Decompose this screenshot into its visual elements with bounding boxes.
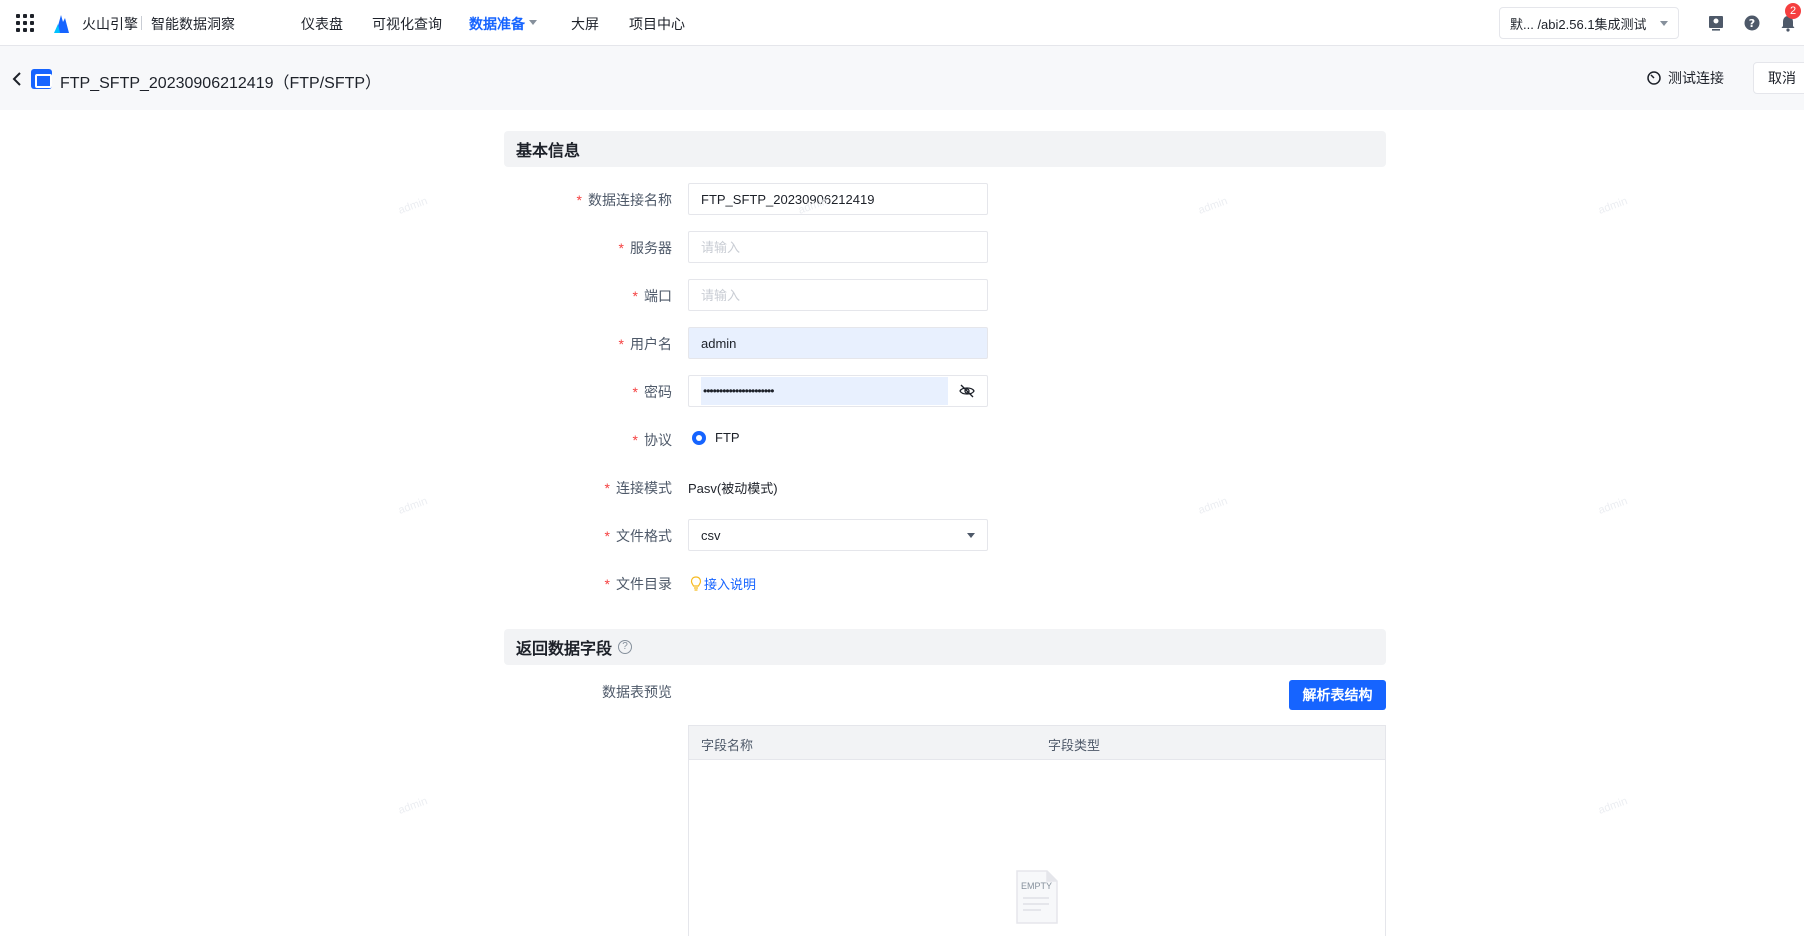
radio-selected-icon — [692, 430, 706, 445]
nav-dashboard[interactable]: 仪表盘 — [301, 14, 343, 34]
parse-table-structure-button[interactable]: 解析表结构 — [1289, 680, 1386, 710]
access-guide-link[interactable]: 接入说明 — [690, 574, 756, 593]
brand-divider — [141, 16, 142, 30]
return-fields-section-header: 返回数据字段 ? — [504, 629, 1386, 665]
watermark: admin — [1196, 195, 1230, 217]
protocol-option-label: FTP — [715, 430, 740, 445]
server-input[interactable] — [688, 231, 988, 263]
field-preview-table: 字段名称 字段类型 EMPTY — [688, 725, 1386, 936]
basic-info-title: 基本信息 — [516, 143, 581, 160]
watermark: admin — [396, 795, 430, 817]
required-mark: * — [632, 432, 638, 448]
required-mark: * — [618, 336, 624, 352]
help-circle-icon[interactable]: ? — [618, 640, 633, 654]
project-selector[interactable]: 默... /abi2.56.1集成测试 — [1499, 7, 1679, 39]
connection-name-input[interactable] — [688, 183, 988, 215]
empty-document-icon — [1016, 870, 1058, 924]
brand-name: 火山引擎 — [82, 16, 138, 32]
test-connection-button[interactable]: 测试连接 — [1646, 62, 1724, 94]
lightbulb-icon — [690, 575, 702, 591]
watermark: admin — [1596, 495, 1630, 517]
watermark: admin — [1596, 795, 1630, 817]
clock-icon — [1647, 71, 1661, 85]
watermark: admin — [1196, 495, 1230, 517]
cancel-button[interactable]: 取消 — [1753, 62, 1804, 94]
connection-mode-label: * 连接模式 — [604, 480, 672, 496]
port-label: * 端口 — [632, 288, 672, 304]
password-value: •••••••••••••••••••••• — [701, 377, 948, 405]
required-mark: * — [576, 192, 582, 208]
file-directory-label: * 文件目录 — [604, 576, 672, 592]
username-label: * 用户名 — [618, 336, 672, 352]
required-mark: * — [604, 528, 610, 544]
required-mark: * — [604, 576, 610, 592]
chevron-down-icon[interactable] — [529, 20, 537, 25]
nav-project-center[interactable]: 项目中心 — [629, 14, 685, 34]
empty-state-text: EMPTY — [1021, 881, 1053, 891]
server-label: * 服务器 — [618, 240, 672, 256]
return-fields-title: 返回数据字段 — [516, 641, 613, 658]
project-selector-value: 默... /abi2.56.1集成测试 — [1510, 16, 1647, 32]
nav-visual-query[interactable]: 可视化查询 — [372, 14, 442, 34]
file-format-label: * 文件格式 — [604, 528, 672, 544]
test-connection-label: 测试连接 — [1668, 70, 1724, 86]
page-title: FTP_SFTP_20230906212419（FTP/SFTP） — [60, 75, 382, 92]
back-arrow-icon[interactable] — [10, 70, 24, 88]
ftp-datasource-icon — [31, 69, 52, 89]
access-guide-label: 接入说明 — [704, 577, 757, 592]
nav-big-screen[interactable]: 大屏 — [571, 14, 599, 34]
product-name: 智能数据洞察 — [151, 16, 235, 32]
volcano-logo-icon — [54, 15, 69, 33]
eye-hidden-icon[interactable] — [959, 384, 975, 398]
watermark: admin — [396, 495, 430, 517]
connection-name-label: * 数据连接名称 — [576, 192, 672, 208]
protocol-label: * 协议 — [632, 432, 672, 448]
connection-mode-value: Pasv(被动模式) — [688, 481, 778, 496]
table-header-row: 字段名称 字段类型 — [689, 726, 1385, 760]
chevron-down-icon — [1660, 20, 1668, 26]
chevron-down-icon — [967, 532, 975, 538]
table-preview-label: 数据表预览 — [602, 684, 672, 700]
required-mark: * — [618, 240, 624, 256]
username-input[interactable] — [688, 327, 988, 359]
file-format-select[interactable]: csv — [688, 519, 988, 551]
column-header-field-type: 字段类型 — [1048, 738, 1101, 753]
download-center-icon[interactable] — [1706, 13, 1726, 33]
protocol-radio-ftp[interactable]: FTP — [692, 430, 740, 445]
top-navigation-bar: 火山引擎 智能数据洞察 仪表盘 可视化查询 数据准备 大屏 项目中心 默... … — [0, 0, 1804, 46]
app-grid-icon[interactable] — [16, 14, 34, 32]
basic-info-section-header: 基本信息 — [504, 131, 1386, 167]
watermark: admin — [1596, 195, 1630, 217]
required-mark: * — [632, 384, 638, 400]
port-input[interactable] — [688, 279, 988, 311]
password-label: * 密码 — [632, 384, 672, 400]
password-input[interactable]: •••••••••••••••••••••• — [688, 375, 988, 407]
help-icon[interactable]: ? — [1742, 13, 1762, 33]
nav-data-preparation[interactable]: 数据准备 — [469, 14, 525, 34]
svg-text:?: ? — [1749, 17, 1755, 30]
required-mark: * — [604, 480, 610, 496]
watermark: admin — [396, 195, 430, 217]
required-mark: * — [632, 288, 638, 304]
file-format-value: csv — [701, 527, 721, 543]
column-header-field-name: 字段名称 — [701, 738, 754, 753]
notification-badge: 2 — [1785, 3, 1801, 19]
